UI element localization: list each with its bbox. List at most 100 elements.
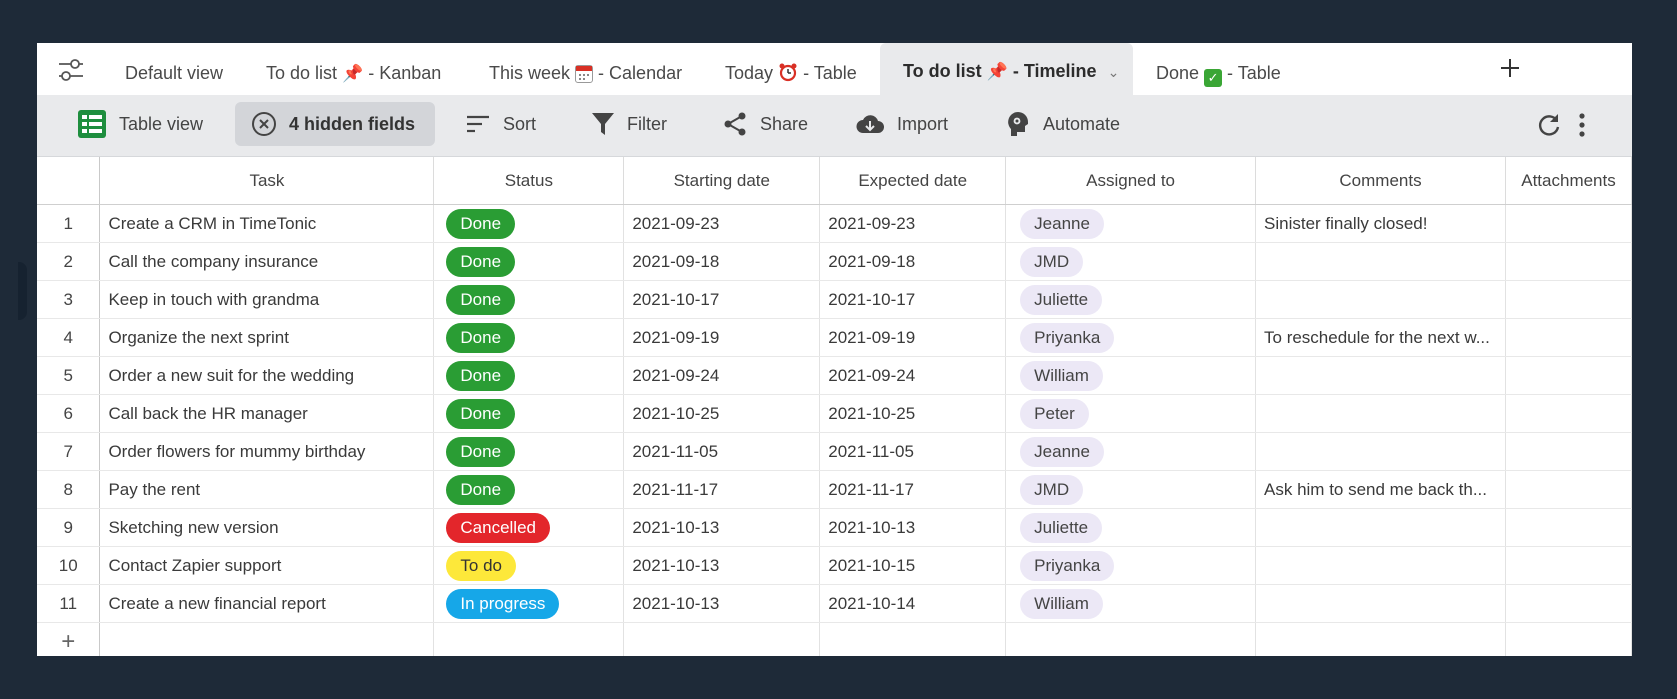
attachments-cell[interactable] <box>1505 546 1632 585</box>
share-button[interactable]: Share <box>722 102 808 146</box>
assigned-to-cell[interactable]: William <box>1005 356 1257 395</box>
table-row[interactable]: 1 Create a CRM in TimeTonic Done 2021-09-23… <box>37 204 1632 243</box>
assignee-chip[interactable]: Jeanne <box>1020 208 1104 239</box>
assigned-to-cell[interactable]: Peter <box>1005 394 1257 433</box>
expected-date-cell[interactable]: 2021-10-14 <box>819 584 1007 623</box>
empty-cell[interactable] <box>1505 622 1632 656</box>
starting-date-cell[interactable]: 2021-11-05 <box>623 432 821 471</box>
attachments-cell[interactable] <box>1505 318 1632 357</box>
starting-date-cell[interactable]: 2021-09-23 <box>623 204 821 243</box>
starting-date-cell[interactable]: 2021-09-18 <box>623 242 821 281</box>
tab-todo-kanban[interactable]: To do list 📌 - Kanban <box>266 43 441 95</box>
view-settings-icon[interactable] <box>57 57 85 83</box>
status-cell[interactable]: Done <box>433 356 625 395</box>
expected-date-cell[interactable]: 2021-09-19 <box>819 318 1007 357</box>
column-header-comments[interactable]: Comments <box>1255 157 1506 205</box>
expected-date-cell[interactable]: 2021-09-24 <box>819 356 1007 395</box>
column-header-expected-date[interactable]: Expected date <box>819 157 1007 205</box>
attachments-cell[interactable] <box>1505 280 1632 319</box>
status-cell[interactable]: Done <box>433 432 625 471</box>
comments-cell[interactable] <box>1255 280 1506 319</box>
task-cell[interactable]: Pay the rent <box>99 470 435 509</box>
starting-date-cell[interactable]: 2021-10-13 <box>623 546 821 585</box>
task-cell[interactable]: Call the company insurance <box>99 242 435 281</box>
expected-date-cell[interactable]: 2021-11-17 <box>819 470 1007 509</box>
task-cell[interactable]: Order a new suit for the wedding <box>99 356 435 395</box>
table-row[interactable]: 9 Sketching new version Cancelled 2021-10-1… <box>37 508 1632 547</box>
column-header-attachments[interactable]: Attachments <box>1505 157 1632 205</box>
assigned-to-cell[interactable]: Juliette <box>1005 508 1257 547</box>
assignee-chip[interactable]: Priyanka <box>1020 550 1115 581</box>
add-view-button[interactable] <box>1499 53 1521 87</box>
assigned-to-cell[interactable]: Juliette <box>1005 280 1257 319</box>
table-row[interactable]: 4 Organize the next sprint Done 2021-09-19 2… <box>37 318 1632 357</box>
status-badge[interactable]: Done <box>446 398 516 429</box>
comments-cell[interactable] <box>1255 432 1506 471</box>
starting-date-cell[interactable]: 2021-10-17 <box>623 280 821 319</box>
comments-cell[interactable] <box>1255 508 1506 547</box>
assigned-to-cell[interactable]: Priyanka <box>1005 318 1257 357</box>
attachments-cell[interactable] <box>1505 394 1632 433</box>
empty-cell[interactable] <box>819 622 1007 656</box>
assignee-chip[interactable]: Priyanka <box>1020 322 1115 353</box>
status-badge[interactable]: Done <box>446 208 516 239</box>
status-cell[interactable]: Cancelled <box>433 508 625 547</box>
task-cell[interactable]: Organize the next sprint <box>99 318 435 357</box>
assignee-chip[interactable]: Juliette <box>1020 512 1103 543</box>
comments-cell[interactable] <box>1255 546 1506 585</box>
table-row[interactable]: 3 Keep in touch with grandma Done 2021-10-1… <box>37 280 1632 319</box>
assignee-chip[interactable]: Jeanne <box>1020 436 1104 467</box>
status-badge[interactable]: Done <box>446 246 516 277</box>
assigned-to-cell[interactable]: William <box>1005 584 1257 623</box>
table-row[interactable]: 6 Call back the HR manager Done 2021-10-25 2… <box>37 394 1632 433</box>
task-cell[interactable]: Order flowers for mummy birthday <box>99 432 435 471</box>
task-cell[interactable]: Call back the HR manager <box>99 394 435 433</box>
expected-date-cell[interactable]: 2021-09-23 <box>819 204 1007 243</box>
empty-cell[interactable] <box>433 622 625 656</box>
status-cell[interactable]: To do <box>433 546 625 585</box>
comments-cell[interactable]: Sinister finally closed! <box>1255 204 1506 243</box>
attachments-cell[interactable] <box>1505 204 1632 243</box>
comments-cell[interactable]: To reschedule for the next w... <box>1255 318 1506 357</box>
sort-button[interactable]: Sort <box>465 102 536 146</box>
empty-cell[interactable] <box>1255 622 1506 656</box>
filter-button[interactable]: Filter <box>591 102 667 146</box>
table-row[interactable]: 8 Pay the rent Done 2021-11-17 2021-11-17 JMD… <box>37 470 1632 509</box>
tab-done-table[interactable]: Done ✓ - Table <box>1156 43 1281 95</box>
tab-today-table[interactable]: Today - Table <box>725 43 857 95</box>
status-badge[interactable]: Done <box>446 284 516 315</box>
status-badge[interactable]: To do <box>446 550 516 581</box>
tab-default-view[interactable]: Default view <box>125 43 223 95</box>
status-badge[interactable]: In progress <box>446 588 560 619</box>
hidden-fields-button[interactable]: 4 hidden fields <box>235 102 436 146</box>
expected-date-cell[interactable]: 2021-11-05 <box>819 432 1007 471</box>
task-cell[interactable]: Keep in touch with grandma <box>99 280 435 319</box>
attachments-cell[interactable] <box>1505 584 1632 623</box>
expected-date-cell[interactable]: 2021-10-15 <box>819 546 1007 585</box>
status-cell[interactable]: Done <box>433 318 625 357</box>
status-cell[interactable]: Done <box>433 394 625 433</box>
table-view-button[interactable]: Table view <box>77 102 203 146</box>
assigned-to-cell[interactable]: JMD <box>1005 470 1257 509</box>
assigned-to-cell[interactable]: JMD <box>1005 242 1257 281</box>
attachments-cell[interactable] <box>1505 432 1632 471</box>
chevron-down-icon[interactable]: ⌄ <box>1108 64 1120 80</box>
tab-this-week-calendar[interactable]: This week - Calendar <box>489 43 682 95</box>
status-cell[interactable]: Done <box>433 242 625 281</box>
assignee-chip[interactable]: William <box>1020 588 1103 619</box>
table-row[interactable]: 7 Order flowers for mummy birthday Done 202… <box>37 432 1632 471</box>
status-cell[interactable]: Done <box>433 280 625 319</box>
column-header-status[interactable]: Status <box>433 157 625 205</box>
status-cell[interactable]: Done <box>433 470 625 509</box>
automate-button[interactable]: Automate <box>1005 102 1120 146</box>
attachments-cell[interactable] <box>1505 242 1632 281</box>
add-row-button[interactable]: + <box>37 622 101 656</box>
comments-cell[interactable] <box>1255 584 1506 623</box>
comments-cell[interactable] <box>1255 242 1506 281</box>
table-row[interactable]: 2 Call the company insurance Done 2021-09-1… <box>37 242 1632 281</box>
starting-date-cell[interactable]: 2021-11-17 <box>623 470 821 509</box>
attachments-cell[interactable] <box>1505 470 1632 509</box>
starting-date-cell[interactable]: 2021-09-19 <box>623 318 821 357</box>
assignee-chip[interactable]: Peter <box>1020 398 1089 429</box>
task-cell[interactable]: Sketching new version <box>99 508 435 547</box>
